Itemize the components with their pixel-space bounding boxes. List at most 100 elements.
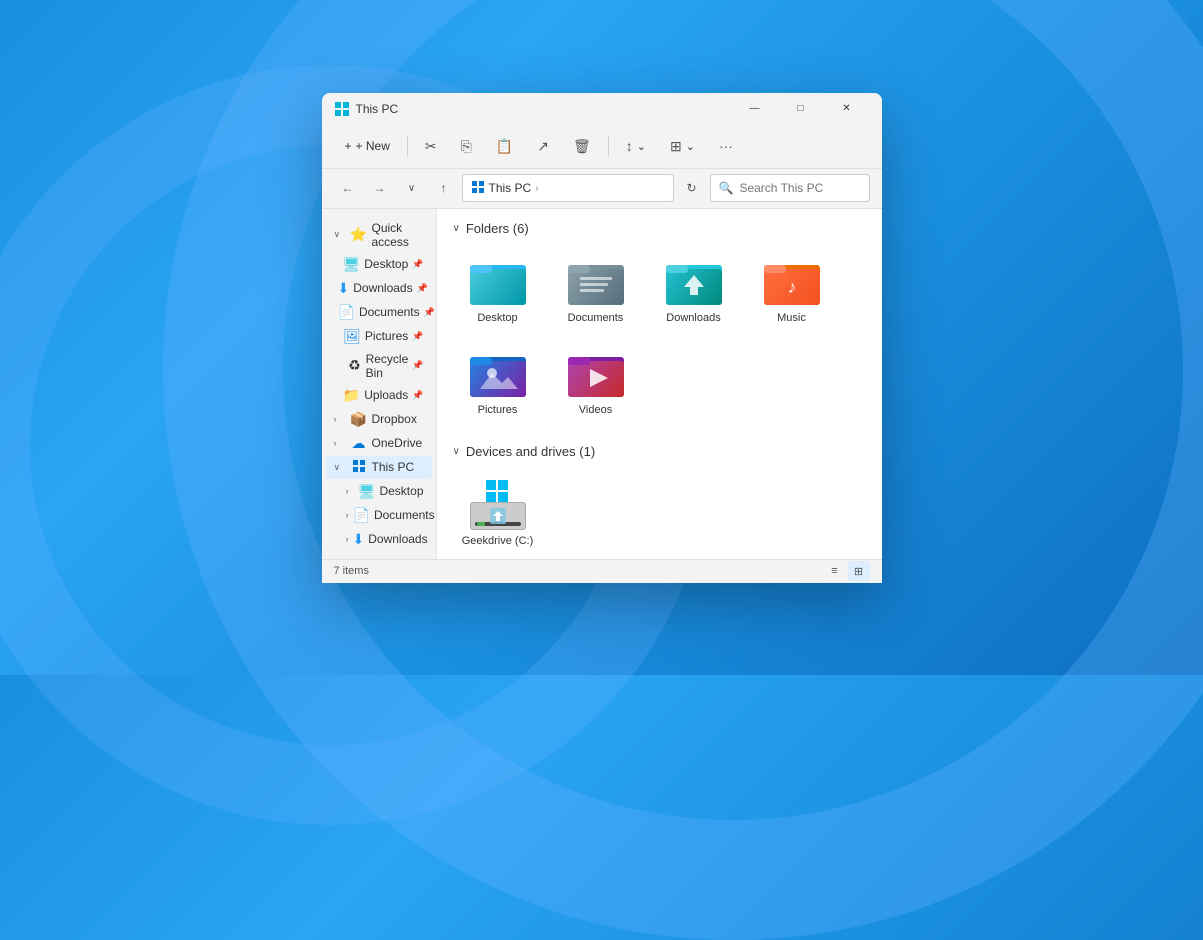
documents-pin-icon: 📌 [424, 307, 435, 318]
sidebar-item-recycle-bin[interactable]: ♻ Recycle Bin 📌 [326, 349, 432, 383]
back-button[interactable]: ← [334, 174, 362, 202]
search-box[interactable]: 🔍 [710, 174, 870, 202]
desktop-folder-name: Desktop [477, 312, 517, 324]
folders-chevron: ∨ [453, 223, 460, 234]
desktop-label: Desktop [364, 257, 408, 271]
sidebar-item-quick-access[interactable]: ∨ ⭐ Quick access [326, 218, 432, 252]
sidebar-item-documents[interactable]: 📄 Documents 📌 [326, 301, 432, 324]
search-icon: 🔍 [719, 181, 734, 195]
title-bar: This PC — □ ✕ [322, 93, 882, 125]
window-icon [334, 101, 350, 117]
delete-button[interactable]: 🗑 [562, 132, 602, 161]
uploads-pin-icon: 📌 [412, 390, 423, 401]
folder-pictures[interactable]: Pictures [453, 340, 543, 424]
close-button[interactable]: ✕ [824, 93, 870, 125]
copy-icon: ⎘ [461, 138, 472, 155]
forward-button[interactable]: → [366, 174, 394, 202]
recycle-bin-pin-icon: 📌 [412, 360, 423, 371]
sort-label: ⌄ [637, 140, 646, 153]
up-button[interactable]: ↑ [430, 174, 458, 202]
share-icon: ↗ [537, 138, 549, 155]
sidebar-item-onedrive[interactable]: › ☁ OneDrive [326, 432, 432, 455]
search-input[interactable] [739, 181, 860, 195]
quick-access-label: Quick access [372, 221, 424, 249]
content-pane: ∨ Folders (6) Desktop [437, 209, 882, 559]
recycle-bin-label: Recycle Bin [366, 352, 409, 380]
folders-section-title: Folders (6) [466, 221, 529, 236]
status-bar: 7 items ≡ ⊞ [322, 559, 882, 583]
delete-icon: 🗑 [573, 138, 591, 155]
sidebar-item-this-pc-downloads[interactable]: › ⬇ Downloads [326, 528, 432, 551]
more-button[interactable]: ··· [708, 132, 744, 160]
copy-button[interactable]: ⎘ [450, 132, 483, 161]
drive-c[interactable]: Geekdrive (C:) [453, 471, 543, 555]
sidebar-item-uploads[interactable]: 📁 Uploads 📌 [326, 384, 432, 407]
paste-button[interactable]: 📋 [485, 132, 524, 161]
path-icon [471, 180, 485, 197]
music-folder-icon: ♪ [762, 256, 822, 308]
grid-view-icon: ⊞ [854, 565, 863, 578]
this-pc-label: This PC [372, 460, 424, 474]
recent-button[interactable]: ∨ [398, 174, 426, 202]
music-folder-name: Music [777, 312, 806, 324]
folder-documents[interactable]: Documents [551, 248, 641, 332]
quick-access-chevron: ∨ [334, 229, 346, 240]
refresh-button[interactable]: ↻ [678, 174, 706, 202]
grid-view-button[interactable]: ⊞ [848, 561, 870, 581]
maximize-button[interactable]: □ [778, 93, 824, 125]
downloads-folder-icon [664, 256, 724, 308]
folders-section-header[interactable]: ∨ Folders (6) [453, 217, 866, 240]
drives-chevron: ∨ [453, 446, 460, 457]
sidebar-item-downloads[interactable]: ⬇ Downloads 📌 [326, 277, 432, 300]
view-dropdown-icon: ⌄ [686, 140, 695, 153]
pictures-label: Pictures [365, 329, 408, 343]
desktop-folder-icon [468, 256, 528, 308]
sidebar-item-pictures[interactable]: 🖼 Pictures 📌 [326, 325, 432, 348]
new-label: + New [356, 139, 390, 153]
pictures-folder-name: Pictures [478, 404, 518, 416]
view-toggles: ≡ ⊞ [824, 561, 870, 581]
toolbar-separator-2 [608, 136, 609, 156]
uploads-label: Uploads [364, 388, 408, 402]
view-button[interactable]: ⊞ ⌄ [659, 132, 706, 161]
sidebar-item-dropbox[interactable]: › 📦 Dropbox [326, 408, 432, 431]
path-text: This PC [489, 181, 532, 195]
path-chevron: › [535, 183, 538, 194]
videos-folder-icon [566, 348, 626, 400]
cut-button[interactable]: ✂ [414, 132, 448, 161]
documents-folder-icon [566, 256, 626, 308]
address-path[interactable]: This PC › [462, 174, 674, 202]
dropbox-label: Dropbox [372, 412, 424, 426]
sort-button[interactable]: ↕ ⌄ [615, 132, 657, 160]
window-title: This PC [356, 102, 732, 116]
paste-icon: 📋 [496, 138, 513, 155]
svg-text:♪: ♪ [787, 277, 796, 297]
more-icon: ··· [719, 138, 733, 154]
folder-videos[interactable]: Videos [551, 340, 641, 424]
drives-section-header[interactable]: ∨ Devices and drives (1) [453, 440, 866, 463]
sidebar-item-this-pc-desktop[interactable]: › 🖥 Desktop [326, 480, 432, 503]
explorer-window: This PC — □ ✕ + + New ✂ ⎘ 📋 ↗ 🗑 ↕ [322, 93, 882, 583]
pictures-pin-icon: 📌 [412, 331, 423, 342]
list-view-button[interactable]: ≡ [824, 561, 846, 581]
documents-label: Documents [359, 305, 420, 319]
new-icon: + [345, 139, 352, 153]
drives-grid: Geekdrive (C:) [453, 471, 866, 555]
folder-downloads[interactable]: Downloads [649, 248, 739, 332]
desktop-pin-icon: 📌 [412, 259, 423, 270]
videos-folder-name: Videos [579, 404, 612, 416]
folder-desktop[interactable]: Desktop [453, 248, 543, 332]
drive-c-icon [468, 479, 528, 531]
new-button[interactable]: + + New [334, 133, 401, 159]
sidebar-item-this-pc-documents[interactable]: › 📄 Documents [326, 504, 432, 527]
sidebar-item-this-pc[interactable]: ∨ This PC [326, 456, 432, 479]
sidebar-item-desktop[interactable]: 🖥 Desktop 📌 [326, 253, 432, 276]
title-bar-controls: — □ ✕ [732, 93, 870, 125]
folder-music[interactable]: ♪ Music [747, 248, 837, 332]
quick-access-star-icon: ⭐ [350, 226, 368, 243]
folders-grid: Desktop Do [453, 248, 866, 424]
drive-c-name: Geekdrive (C:) [462, 535, 534, 547]
documents-folder-name: Documents [568, 312, 624, 324]
share-button[interactable]: ↗ [526, 132, 560, 161]
minimize-button[interactable]: — [732, 93, 778, 125]
